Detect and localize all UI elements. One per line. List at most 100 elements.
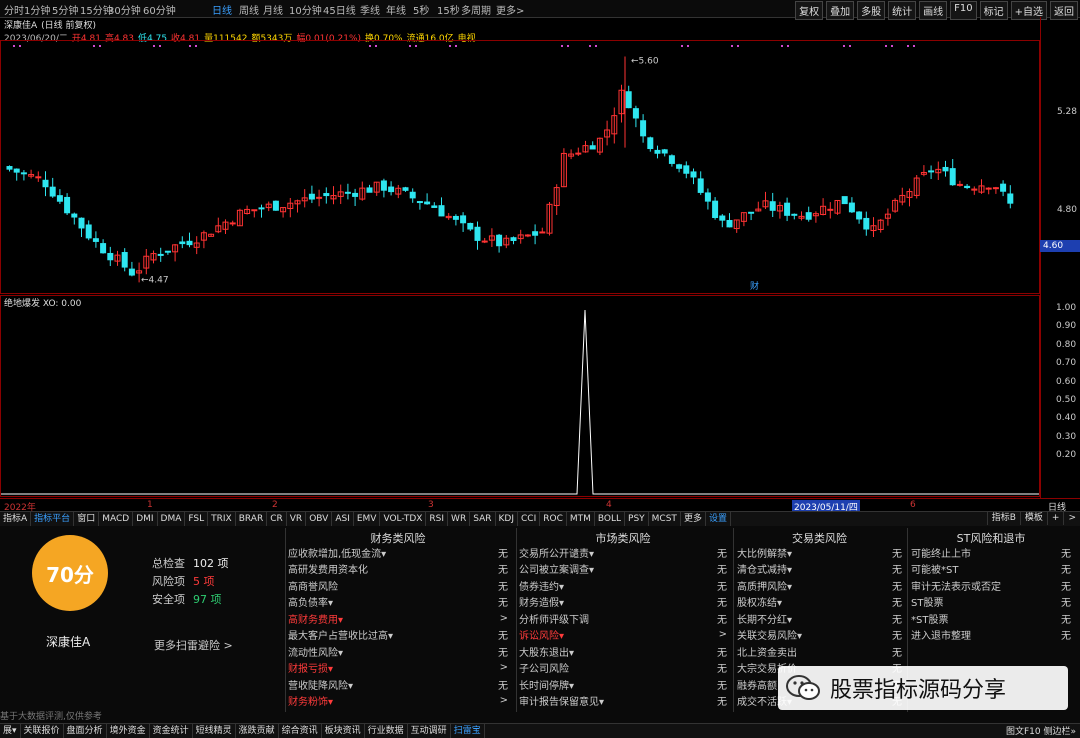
- risk-row[interactable]: ST股票 无: [911, 594, 1071, 611]
- risk-row[interactable]: 长时间停牌▾ 无: [519, 676, 727, 693]
- indicator-tab-16[interactable]: WR: [448, 512, 471, 526]
- risk-row[interactable]: 流动性风险▾ 无: [288, 643, 508, 660]
- indicator-tab-9[interactable]: CR: [267, 512, 287, 526]
- indicator-tab-0[interactable]: 指标A: [0, 512, 32, 526]
- indicator-tab-right-3[interactable]: >: [1063, 511, 1080, 525]
- indicator-tab-20[interactable]: ROC: [540, 512, 567, 526]
- timeframe-5[interactable]: 60分钟: [143, 2, 176, 17]
- risk-row[interactable]: 债券违约▾ 无: [519, 577, 727, 594]
- indicator-tab-24[interactable]: MCST: [649, 512, 681, 526]
- timeframe-16[interactable]: 更多>: [496, 2, 524, 17]
- risk-row[interactable]: 可能终止上市 无: [911, 544, 1071, 561]
- tool-button-4[interactable]: 画线: [919, 1, 948, 20]
- timeframe-14[interactable]: 15秒: [437, 2, 460, 17]
- indicator-tab-14[interactable]: VOL-TDX: [380, 512, 427, 526]
- indicator-tab-13[interactable]: EMV: [354, 512, 381, 526]
- risk-row[interactable]: 高研发费用资本化 无: [288, 561, 508, 578]
- status-tab-5[interactable]: 短线精灵: [193, 724, 236, 738]
- risk-row[interactable]: 清仓式减持▾ 无: [737, 561, 902, 578]
- risk-row[interactable]: 高商誉风险 无: [288, 577, 508, 594]
- risk-row[interactable]: 分析师评级下调 无: [519, 610, 727, 627]
- tool-button-2[interactable]: 多股: [857, 1, 886, 20]
- risk-row[interactable]: 子公司风险 无: [519, 660, 727, 677]
- indicator-tab-17[interactable]: SAR: [470, 512, 496, 526]
- indicator-tab-5[interactable]: DMA: [158, 512, 186, 526]
- risk-row[interactable]: 进入退市整理 无: [911, 627, 1071, 644]
- indicator-tab-1[interactable]: 指标平台: [31, 512, 75, 526]
- indicator-tab-25[interactable]: 更多: [681, 512, 706, 526]
- timeframe-6[interactable]: 日线: [212, 2, 232, 17]
- tool-button-0[interactable]: 复权: [795, 1, 824, 20]
- status-right[interactable]: 图文F10 侧边栏»: [1006, 724, 1076, 737]
- timeframe-11[interactable]: 季线: [360, 2, 380, 17]
- indicator-tab-11[interactable]: OBV: [306, 512, 333, 526]
- indicator-tab-6[interactable]: FSL: [185, 512, 209, 526]
- financial-report-marker[interactable]: 财: [750, 280, 759, 292]
- status-tab-9[interactable]: 行业数据: [365, 724, 408, 738]
- risk-row[interactable]: 财报亏损▾ >: [288, 660, 508, 677]
- status-tab-10[interactable]: 互动调研: [408, 724, 451, 738]
- indicator-tab-8[interactable]: BRAR: [236, 512, 268, 526]
- risk-row[interactable]: 股权冻结▾ 无: [737, 594, 902, 611]
- tool-button-1[interactable]: 叠加: [826, 1, 855, 20]
- risk-row[interactable]: 北上资金卖出 无: [737, 643, 902, 660]
- indicator-tab-3[interactable]: MACD: [99, 512, 134, 526]
- indicator-tab-7[interactable]: TRIX: [208, 512, 236, 526]
- indicator-tab-right-1[interactable]: 模板: [1019, 511, 1047, 525]
- status-tab-3[interactable]: 境外资金: [107, 724, 150, 738]
- status-tab-4[interactable]: 资金统计: [150, 724, 193, 738]
- risk-row[interactable]: 财务粉饰▾ >: [288, 693, 508, 710]
- indicator-tab-18[interactable]: KDJ: [496, 512, 518, 526]
- risk-row[interactable]: 关联交易风险▾ 无: [737, 627, 902, 644]
- timeframe-9[interactable]: 10分钟: [289, 2, 322, 17]
- timeframe-2[interactable]: 5分钟: [52, 2, 78, 17]
- tool-button-6[interactable]: 标记: [979, 1, 1008, 20]
- risk-row[interactable]: 公司被立案调查▾ 无: [519, 561, 727, 578]
- timeframe-10[interactable]: 45日线: [323, 2, 356, 17]
- status-tab-7[interactable]: 综合资讯: [279, 724, 322, 738]
- timeframe-7[interactable]: 周线: [239, 2, 259, 17]
- timeframe-8[interactable]: 月线: [263, 2, 283, 17]
- risk-row[interactable]: 高负债率▾ 无: [288, 594, 508, 611]
- risk-row[interactable]: 大股东退出▾ 无: [519, 643, 727, 660]
- timeframe-0[interactable]: 分时: [4, 2, 24, 17]
- indicator-tab-right-0[interactable]: 指标B: [986, 511, 1020, 525]
- timeframe-15[interactable]: 多周期: [461, 2, 491, 17]
- risk-row[interactable]: 高质押风险▾ 无: [737, 577, 902, 594]
- status-tab-0[interactable]: 展▾: [0, 724, 21, 738]
- timeframe-1[interactable]: 1分钟: [24, 2, 50, 17]
- risk-row[interactable]: 诉讼风险▾ >: [519, 627, 727, 644]
- indicator-tab-10[interactable]: VR: [287, 512, 307, 526]
- indicator-tab-4[interactable]: DMI: [133, 512, 158, 526]
- indicator-tab-21[interactable]: MTM: [567, 512, 595, 526]
- timeframe-13[interactable]: 5秒: [413, 2, 429, 17]
- status-tab-2[interactable]: 盘面分析: [64, 724, 107, 738]
- indicator-tab-23[interactable]: PSY: [625, 512, 649, 526]
- risk-row[interactable]: 高财务费用▾ >: [288, 610, 508, 627]
- tool-button-3[interactable]: 统计: [888, 1, 917, 20]
- indicator-tab-15[interactable]: RSI: [426, 512, 449, 526]
- risk-row[interactable]: 长期不分红▾ 无: [737, 610, 902, 627]
- risk-row[interactable]: 最大客户占营收比过高▾ 无: [288, 627, 508, 644]
- indicator-pane[interactable]: [0, 295, 1040, 497]
- indicator-tab-12[interactable]: ASI: [332, 512, 354, 526]
- risk-row[interactable]: 可能被*ST 无: [911, 561, 1071, 578]
- candlestick-pane[interactable]: ←5.60 ←4.47 财: [0, 40, 1040, 294]
- risk-row[interactable]: *ST股票 无: [911, 610, 1071, 627]
- timeframe-12[interactable]: 年线: [386, 2, 406, 17]
- risk-row[interactable]: 财务造假▾ 无: [519, 594, 727, 611]
- risk-row[interactable]: 营收陡降风险▾ 无: [288, 676, 508, 693]
- status-tab-11[interactable]: 扫雷宝: [451, 724, 485, 738]
- status-tab-8[interactable]: 板块资讯: [322, 724, 365, 738]
- status-tab-6[interactable]: 涨跌贡献: [236, 724, 279, 738]
- more-scan-link[interactable]: 更多扫雷避险 >: [154, 637, 233, 653]
- indicator-tab-22[interactable]: BOLL: [595, 512, 626, 526]
- risk-row[interactable]: 审计报告保留意见▾ 无: [519, 693, 727, 710]
- indicator-tab-19[interactable]: CCI: [518, 512, 541, 526]
- indicator-tab-26[interactable]: 设置: [706, 512, 731, 526]
- risk-row[interactable]: 交易所公开谴责▾ 无: [519, 544, 727, 561]
- status-tab-1[interactable]: 关联报价: [21, 724, 64, 738]
- timeframe-4[interactable]: 30分钟: [108, 2, 141, 17]
- risk-row[interactable]: 审计无法表示或否定 无: [911, 577, 1071, 594]
- indicator-tab-2[interactable]: 窗口: [74, 512, 100, 526]
